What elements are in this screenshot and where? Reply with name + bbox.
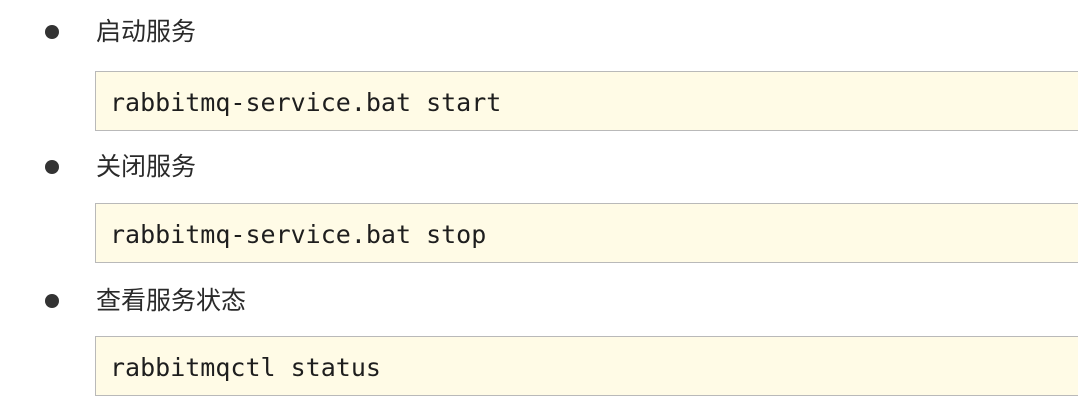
code-command: rabbitmq-service.bat start xyxy=(110,88,502,117)
code-block: rabbitmqctl status xyxy=(95,336,1078,396)
bullet-icon xyxy=(45,294,59,308)
section-heading: 启动服务 xyxy=(96,17,197,46)
section-heading: 查看服务状态 xyxy=(96,286,247,315)
code-command: rabbitmqctl status xyxy=(110,353,381,382)
bullet-icon xyxy=(45,25,59,39)
bullet-icon xyxy=(45,160,59,174)
code-block: rabbitmq-service.bat start xyxy=(95,71,1078,131)
section-heading: 关闭服务 xyxy=(96,152,197,181)
code-command: rabbitmq-service.bat stop xyxy=(110,220,487,249)
code-block: rabbitmq-service.bat stop xyxy=(95,203,1078,263)
